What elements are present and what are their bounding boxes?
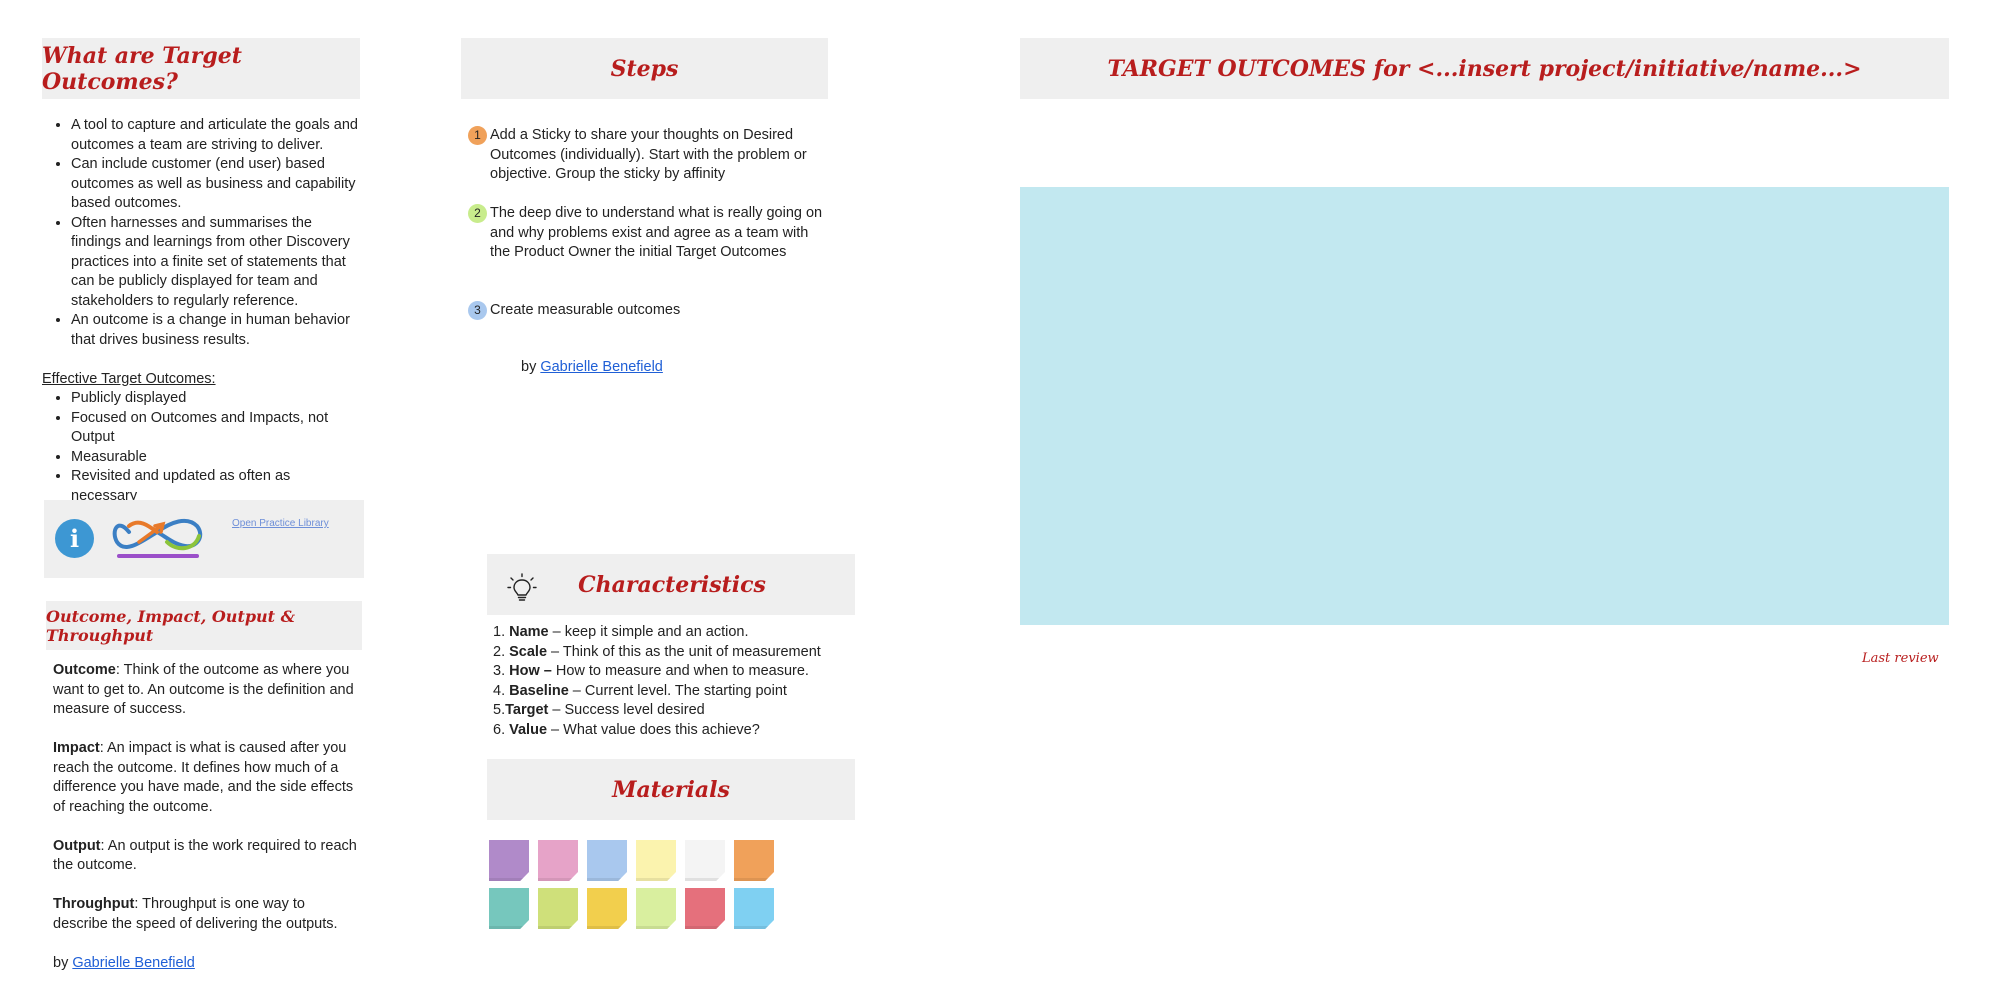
what-panel-body: A tool to capture and articulate the goa… — [42, 116, 360, 506]
open-practice-library-link[interactable]: Open Practice Library — [232, 518, 329, 529]
oiot-panel-header: Outcome, Impact, Output & Throughput — [46, 601, 362, 650]
oiot-panel-title: Outcome, Impact, Output & Throughput — [46, 606, 296, 645]
list-item: Publicly displayed — [71, 389, 360, 409]
characteristics-panel-title: Characteristics — [578, 571, 766, 598]
open-practice-library-logo-icon — [112, 518, 203, 558]
list-item: Measurable — [71, 448, 360, 468]
what-panel-title: What are Target Outcomes? — [42, 42, 242, 95]
step-3: 3 Create measurable outcomes — [468, 301, 830, 321]
sticky-note-purple[interactable] — [489, 840, 529, 881]
steps-byline: by Gabrielle Benefield — [521, 359, 663, 375]
board-title: TARGET OUTCOMES for <...insert project/i… — [1107, 55, 1862, 82]
step-text: The deep dive to understand what is real… — [490, 205, 823, 260]
sticky-note-teal[interactable] — [489, 888, 529, 929]
sticky-note-yellow[interactable] — [587, 888, 627, 929]
sticky-note-lime[interactable] — [538, 888, 578, 929]
list-item: 6. Value – What value does this achieve? — [493, 721, 760, 738]
list-item: An outcome is a change in human behavior… — [71, 311, 360, 350]
materials-panel-header: Materials — [487, 759, 855, 820]
materials-panel-title: Materials — [612, 776, 730, 803]
sticky-palette — [489, 840, 779, 935]
list-item: 4. Baseline – Current level. The startin… — [493, 682, 787, 699]
author-link[interactable]: Gabrielle Benefield — [72, 955, 195, 971]
list-item: 3. How – How to measure and when to meas… — [493, 663, 809, 679]
what-bullet-list: A tool to capture and articulate the goa… — [42, 116, 360, 350]
sticky-note-light-green[interactable] — [636, 888, 676, 929]
list-item: 2. Scale – Think of this as the unit of … — [493, 643, 821, 660]
effective-bullet-list: Publicly displayed Focused on Outcomes a… — [42, 389, 360, 506]
last-review-label: Last review — [1862, 651, 1939, 666]
author-link[interactable]: Gabrielle Benefield — [540, 359, 663, 375]
list-item: A tool to capture and articulate the goa… — [71, 116, 360, 155]
impact-definition: Impact: An impact is what is caused afte… — [53, 740, 354, 815]
list-item: Focused on Outcomes and Impacts, not Out… — [71, 409, 360, 448]
effective-heading: Effective Target Outcomes: — [42, 370, 216, 387]
sticky-note-pink[interactable] — [538, 840, 578, 881]
throughput-definition: Throughput: Throughput is one way to des… — [53, 896, 338, 932]
sticky-note-orange[interactable] — [734, 840, 774, 881]
oiot-panel-body: Outcome: Think of the outcome as where y… — [53, 661, 357, 973]
steps-panel-header: Steps — [461, 38, 828, 99]
outcome-definition: Outcome: Think of the outcome as where y… — [53, 662, 354, 717]
sticky-note-red[interactable] — [685, 888, 725, 929]
outcomes-canvas[interactable] — [1020, 187, 1949, 625]
step-text: Create measurable outcomes — [490, 302, 681, 318]
info-strip: i Open Practice Library — [44, 500, 364, 578]
sticky-note-blue[interactable] — [587, 840, 627, 881]
sticky-note-pale-yellow[interactable] — [636, 840, 676, 881]
what-panel-header: What are Target Outcomes? — [42, 38, 360, 99]
characteristics-panel-header: Characteristics — [487, 554, 855, 615]
list-item: 5.Target – Success level desired — [493, 702, 705, 718]
steps-panel-title: Steps — [610, 55, 679, 82]
step-1: 1 Add a Sticky to share your thoughts on… — [468, 126, 830, 185]
info-icon[interactable]: i — [55, 519, 94, 558]
step-text: Add a Sticky to share your thoughts on D… — [490, 127, 807, 182]
step-number-badge: 1 — [468, 126, 487, 145]
output-definition: Output: An output is the work required t… — [53, 837, 357, 874]
board-header: TARGET OUTCOMES for <...insert project/i… — [1020, 38, 1949, 99]
step-number-badge: 3 — [468, 301, 487, 320]
lightbulb-icon — [507, 573, 537, 601]
characteristics-list: 1. Name – keep it simple and an action. … — [493, 623, 863, 740]
sticky-note-white[interactable] — [685, 840, 725, 881]
list-item: Can include customer (end user) based ou… — [71, 155, 360, 214]
list-item: 1. Name – keep it simple and an action. — [493, 624, 749, 640]
step-2: 2 The deep dive to understand what is re… — [468, 204, 830, 263]
step-number-badge: 2 — [468, 204, 487, 223]
oiot-byline: by Gabrielle Benefield — [53, 954, 195, 971]
sticky-note-sky[interactable] — [734, 888, 774, 929]
list-item: Often harnesses and summarises the findi… — [71, 214, 360, 312]
